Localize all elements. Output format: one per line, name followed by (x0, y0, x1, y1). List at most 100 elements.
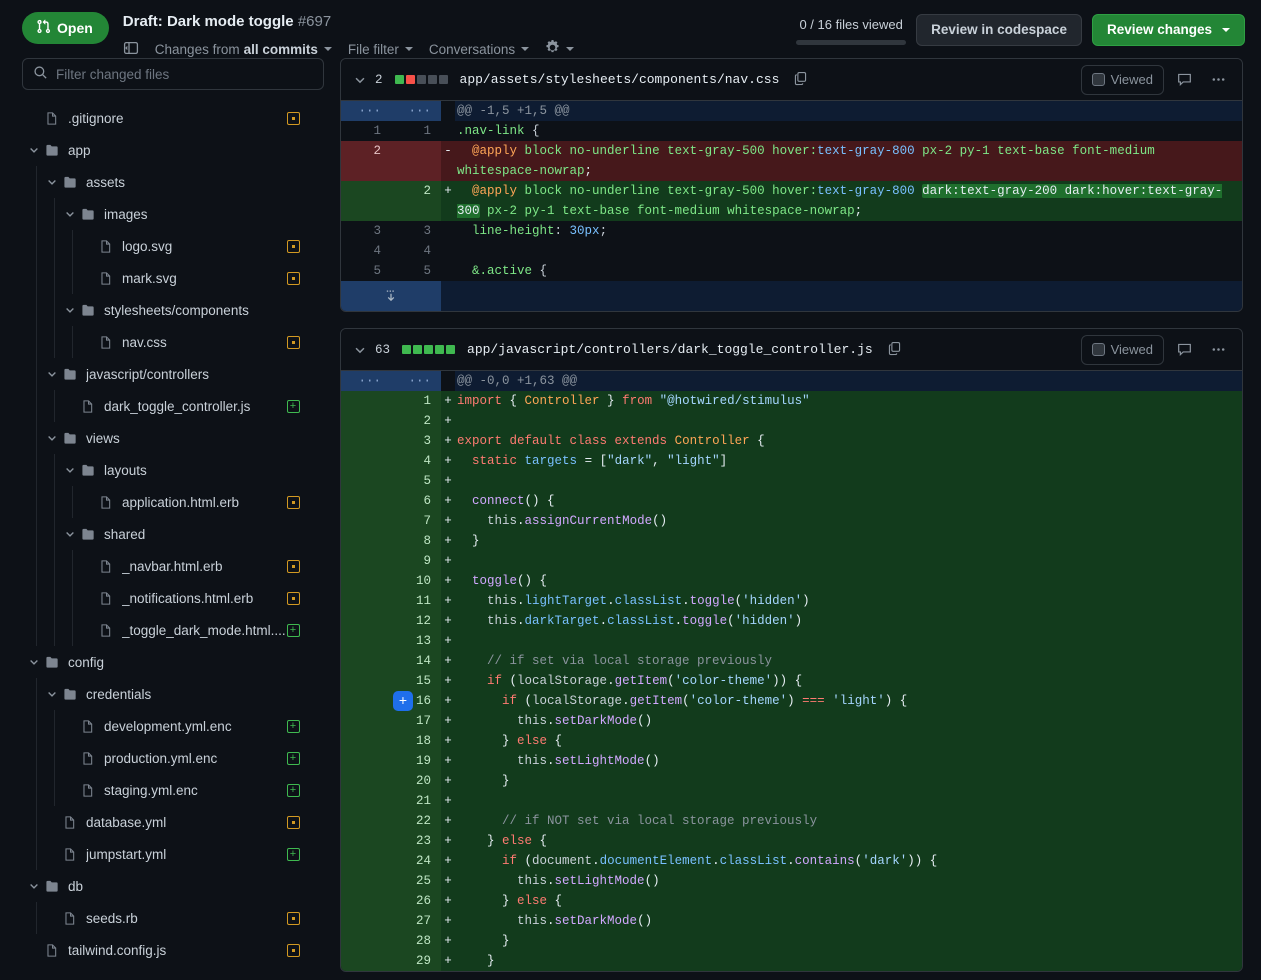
changes-from-filter[interactable]: Changes from all commits (155, 42, 332, 57)
line-code (455, 241, 1242, 261)
chevron-down-icon[interactable] (44, 688, 60, 700)
chevron-down-icon[interactable] (62, 528, 78, 540)
tree-folder-credentials[interactable]: credentials (22, 678, 324, 710)
hunk-range: @@ -0,0 +1,63 @@ (455, 371, 1242, 391)
expand-down-button[interactable] (341, 281, 441, 311)
diff-file-path[interactable]: app/javascript/controllers/dark_toggle_c… (467, 342, 873, 357)
search-input[interactable] (56, 66, 313, 82)
file-icon (96, 495, 116, 510)
tree-folder-views[interactable]: views (22, 422, 324, 454)
diff-line-addition: 13 + (341, 631, 1242, 651)
tree-folder-images[interactable]: images (22, 198, 324, 230)
tree-file-navbar-html-erb[interactable]: _navbar.html.erb (22, 550, 324, 582)
chevron-down-icon[interactable] (62, 208, 78, 220)
tree-file-mark-svg[interactable]: mark.svg (22, 262, 324, 294)
add-comment-button[interactable]: + (393, 691, 413, 711)
tree-guide-line (54, 614, 55, 646)
chevron-down-icon[interactable] (62, 304, 78, 316)
pr-title-text: Draft: Dark mode toggle (122, 13, 294, 30)
checkbox-icon (1091, 73, 1105, 86)
diff-line-addition: 20 + } (341, 771, 1242, 791)
diff-settings-button[interactable] (545, 40, 575, 58)
tree-guide-line (72, 326, 73, 358)
comment-icon[interactable] (1170, 66, 1198, 94)
chevron-down-icon[interactable] (26, 144, 42, 156)
tree-guide-line (36, 230, 37, 262)
status-badge-modified (286, 111, 300, 125)
chevron-down-icon[interactable] (62, 464, 78, 476)
tree-item-label: nav.css (122, 334, 167, 350)
copy-path-icon[interactable] (887, 341, 902, 359)
diff-line-deletion: 2 - @apply block no-underline text-gray-… (341, 141, 1242, 181)
diff-file-path[interactable]: app/assets/stylesheets/components/nav.cs… (460, 72, 780, 87)
tree-guide-line (36, 358, 37, 390)
chevron-down-icon[interactable] (44, 432, 60, 444)
conversations-filter[interactable]: Conversations (429, 42, 530, 57)
chevron-down-icon[interactable] (26, 880, 42, 892)
tree-folder-layouts[interactable]: layouts (22, 454, 324, 486)
file-filter[interactable]: File filter (348, 42, 413, 57)
tree-folder-shared[interactable]: shared (22, 518, 324, 550)
chevron-down-icon[interactable] (26, 656, 42, 668)
viewed-checkbox[interactable]: Viewed (1080, 64, 1164, 95)
files-viewed-label: 0 / 16 files viewed (799, 16, 903, 32)
tree-folder-config[interactable]: config (22, 646, 324, 678)
chevron-down-icon[interactable] (44, 368, 60, 380)
sidebar-expand-icon[interactable] (123, 40, 139, 59)
tree-file-database-yml[interactable]: database.yml (22, 806, 324, 838)
kebab-menu-icon[interactable] (1204, 66, 1232, 94)
diff-line-addition: 22 + // if NOT set via local storage prev… (341, 811, 1242, 831)
review-in-codespace-button[interactable]: Review in codespace (916, 14, 1082, 46)
tree-folder-javascript-controllers[interactable]: javascript/controllers (22, 358, 324, 390)
tree-file-jumpstart-yml[interactable]: jumpstart.yml + (22, 838, 324, 870)
comment-icon[interactable] (1170, 336, 1198, 364)
tree-folder-stylesheets-components[interactable]: stylesheets/components (22, 294, 324, 326)
collapse-file-icon[interactable] (353, 343, 367, 357)
status-badge-modified (286, 271, 300, 285)
tree-guide-line (72, 550, 73, 582)
tree-item-label: seeds.rb (86, 910, 138, 926)
chevron-down-icon (323, 47, 332, 51)
file-filter-box[interactable] (22, 58, 324, 90)
diff-table: ··· ··· @@ -0,0 +1,63 @@ 1 + import { Cont… (341, 371, 1242, 971)
tree-file-application-html-erb[interactable]: application.html.erb (22, 486, 324, 518)
tree-item-label: logo.svg (122, 238, 173, 254)
tree-folder-app[interactable]: app (22, 134, 324, 166)
tree-file-gitignore[interactable]: .gitignore (22, 102, 324, 134)
review-changes-button[interactable]: Review changes (1091, 14, 1245, 46)
tree-file-tailwind-config-js[interactable]: tailwind.config.js (22, 934, 324, 966)
tree-file-notifications-html-erb[interactable]: _notifications.html.erb (22, 582, 324, 614)
kebab-menu-icon[interactable] (1204, 336, 1232, 364)
tree-file-toggle-dark-mode-html[interactable]: _toggle_dark_mode.html.... + (22, 614, 324, 646)
diff-line-context: 1 1 .nav-link { (341, 121, 1242, 141)
tree-file-production-yml-enc[interactable]: production.yml.enc + (22, 742, 324, 774)
folder-icon (78, 303, 98, 318)
tree-file-dark-toggle-controller-js[interactable]: dark_toggle_controller.js + (22, 390, 324, 422)
tree-guide-line (36, 710, 37, 742)
tree-file-staging-yml-enc[interactable]: staging.yml.enc + (22, 774, 324, 806)
hunk-range: @@ -1,5 +1,5 @@ (455, 101, 1242, 121)
changes-from-value: all commits (243, 41, 318, 57)
diff-line-addition: 18 + } else { (341, 731, 1242, 751)
tree-item-label: _navbar.html.erb (122, 558, 223, 574)
tree-folder-db[interactable]: db (22, 870, 324, 902)
file-icon (42, 943, 62, 958)
folder-icon (42, 143, 62, 158)
line-marker (441, 121, 455, 141)
tree-file-logo-svg[interactable]: logo.svg (22, 230, 324, 262)
copy-path-icon[interactable] (793, 71, 808, 89)
chevron-down-icon[interactable] (44, 176, 60, 188)
tree-folder-assets[interactable]: assets (22, 166, 324, 198)
line-marker (441, 221, 455, 241)
line-code: &.active { (455, 261, 1242, 281)
collapse-file-icon[interactable] (353, 73, 367, 87)
tree-guide-line (72, 614, 73, 646)
tree-guide-line (36, 422, 37, 454)
tree-file-seeds-rb[interactable]: seeds.rb (22, 902, 324, 934)
tree-file-nav-css[interactable]: nav.css (22, 326, 324, 358)
tree-item-label: assets (86, 174, 126, 190)
tree-file-development-yml-enc[interactable]: development.yml.enc + (22, 710, 324, 742)
old-line-number: 1 (373, 124, 381, 138)
hunk-ellipsis-new: ··· (391, 371, 441, 391)
viewed-checkbox[interactable]: Viewed (1080, 334, 1164, 365)
